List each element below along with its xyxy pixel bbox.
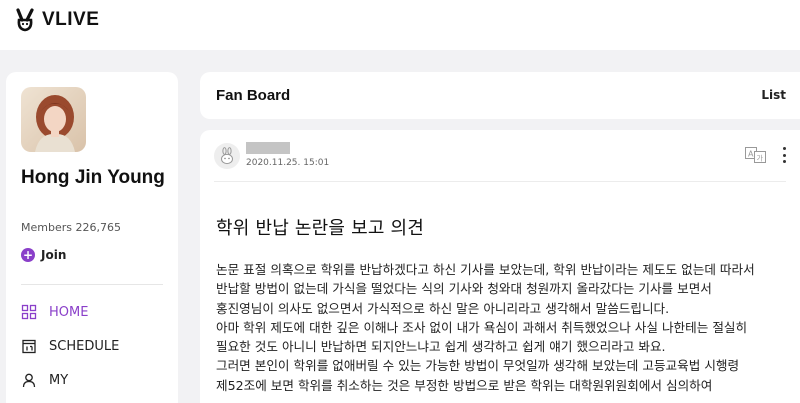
svg-text:가: 가 — [757, 154, 764, 163]
dot-icon — [782, 153, 786, 157]
bunny-icon — [221, 147, 233, 165]
join-label: Join — [41, 248, 67, 262]
person-icon — [21, 372, 37, 388]
post-body-line: 아마 학위 제도에 대한 깊은 이해나 조사 없이 내가 욕심이 과해서 취득했… — [216, 319, 748, 335]
top-bar: VLIVE — [0, 0, 800, 50]
more-options-button[interactable] — [778, 145, 790, 165]
channel-sidebar: Hong Jin Young Members 226,765 + Join HO… — [6, 72, 178, 403]
artist-name: Hong Jin Young — [21, 167, 165, 188]
artist-photo — [21, 87, 86, 152]
member-count: Members 226,765 — [21, 221, 121, 234]
board-header: Fan Board List — [200, 72, 800, 119]
author-name-redacted — [246, 142, 290, 154]
sidebar-item-label: SCHEDULE — [49, 338, 120, 354]
sidebar-item-label: HOME — [49, 304, 89, 320]
sidebar-item-my[interactable]: MY — [21, 372, 68, 388]
join-button[interactable]: + Join — [21, 248, 66, 262]
post-body-line: 홍진영님이 의사도 없으면서 가식적으로 하신 말은 아니리라고 생각해서 말씀… — [216, 300, 670, 316]
sidebar-item-schedule[interactable]: SCHEDULE — [21, 338, 119, 354]
plus-icon: + — [21, 248, 35, 262]
artist-avatar[interactable] — [21, 87, 86, 152]
translate-icon: A 가 — [745, 147, 766, 163]
logo-text: VLIVE — [42, 9, 100, 30]
post-card: 2020.11.25. 15:01 A 가 학위 반납 논란을 보고 의견 논문… — [200, 130, 800, 403]
post-divider — [214, 181, 786, 182]
post-body-line: 논문 표절 의혹으로 학위를 반납하겠다고 하신 기사를 보았는데, 학위 반납… — [216, 262, 755, 277]
post-body-line: 그러면 본인이 학위를 없애버릴 수 있는 가능한 방법이 무엇일까 생각해 보… — [216, 358, 740, 374]
post-body-line: 반납할 방법이 없는데 가식을 떨었다는 식의 기사와 청와대 청원까지 올라갔… — [216, 281, 712, 297]
sidebar-item-home[interactable]: HOME — [21, 304, 88, 320]
post-body-line: 제52조에 보면 학위를 취소하는 것은 부정한 방법으로 받은 학위는 대학원… — [216, 377, 713, 393]
vlive-hand-icon — [16, 8, 34, 32]
vlive-logo[interactable]: VLIVE — [14, 8, 99, 32]
post-date: 2020.11.25. 15:01 — [246, 158, 330, 168]
translate-button[interactable]: A 가 — [745, 147, 767, 163]
sidebar-divider — [21, 284, 163, 285]
grid-icon — [21, 304, 37, 320]
list-button[interactable]: List — [761, 88, 786, 102]
dot-icon — [782, 160, 786, 163]
calendar-icon — [21, 338, 37, 354]
author-avatar[interactable] — [214, 143, 240, 169]
post-title: 학위 반납 논란을 보고 의견 — [216, 218, 425, 239]
board-title: Fan Board — [216, 87, 291, 104]
dot-icon — [782, 147, 786, 150]
svg-text:A: A — [748, 150, 754, 159]
post-body-line: 필요한 것도 아니니 반납하면 되지안느냐고 쉽게 생각하고 쉽게 얘기 했으리… — [216, 339, 666, 355]
post-body: 논문 표절 의혹으로 학위를 반납하겠다고 하신 기사를 보았는데, 학위 반납… — [216, 260, 796, 395]
sidebar-item-label: MY — [49, 372, 69, 388]
